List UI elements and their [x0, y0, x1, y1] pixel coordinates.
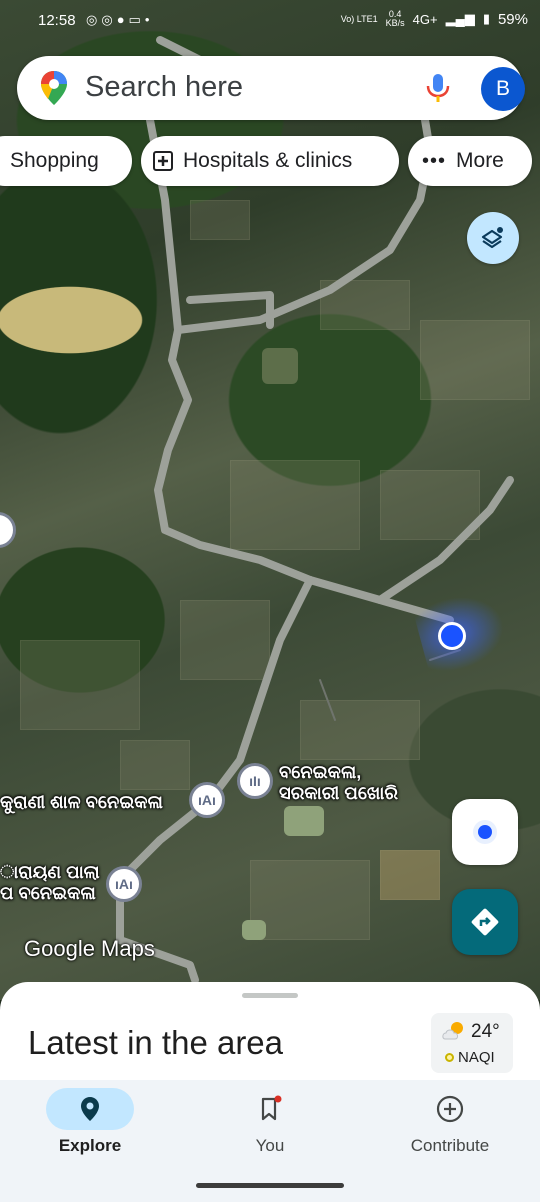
- place-label[interactable]: ବନେଇକଳା, ସରକାରୀ ପଖୋରି: [279, 762, 398, 804]
- nav-you[interactable]: You: [180, 1080, 360, 1170]
- status-time: 12:58: [38, 12, 76, 29]
- chip-label: Hospitals & clinics: [183, 149, 353, 172]
- chip-hospitals[interactable]: Hospitals & clinics: [141, 136, 399, 186]
- add-circle-icon: [436, 1095, 464, 1123]
- status-right: Vo) LTE1 0.4 KB/s 4G+ ▂▄▆ ▮ 59%: [341, 10, 528, 28]
- place-label[interactable]: ାରାୟଣ ପାଲା ପ ବନେଇକଳା: [0, 862, 100, 904]
- whatsapp-icon: ◎: [86, 12, 102, 27]
- place-label-line: ାରାୟଣ ପାଲା: [0, 862, 100, 882]
- current-location-dot: [438, 622, 466, 650]
- place-pin[interactable]: ıAı: [189, 782, 225, 818]
- weather-temp: 24°: [471, 1021, 500, 1042]
- directions-icon: [471, 908, 499, 936]
- temple-icon: ıAı: [115, 876, 133, 892]
- network-speed-unit: KB/s: [385, 18, 405, 28]
- battery-icon: ▮: [482, 11, 490, 26]
- layers-icon: [481, 227, 503, 249]
- search-placeholder[interactable]: Search here: [85, 71, 243, 104]
- more-dots-icon: •••: [422, 149, 447, 172]
- nav-contribute[interactable]: Contribute: [360, 1080, 540, 1170]
- place-label-line: କୁରାଣୀ ଶାଳ ବନେଇକଳା: [0, 792, 163, 812]
- nav-you-pill: [226, 1088, 314, 1130]
- pond-icon: ıIı: [249, 773, 261, 789]
- aqi-label: NAQI: [458, 1049, 495, 1066]
- nav-label: Contribute: [410, 1136, 490, 1155]
- chip-shopping[interactable]: Shopping: [0, 136, 132, 186]
- explore-pin-icon: [81, 1097, 99, 1121]
- bookmark-icon: [261, 1095, 282, 1121]
- my-location-button[interactable]: [452, 799, 518, 865]
- network-type: 4G+: [412, 11, 438, 27]
- directions-button[interactable]: [452, 889, 518, 955]
- nav-explore-pill: [46, 1088, 134, 1130]
- google-maps-pin-icon: [41, 71, 67, 105]
- weather-card[interactable]: 24° NAQI: [431, 1013, 513, 1073]
- my-location-icon: [473, 820, 497, 844]
- air-quality: NAQI: [445, 1049, 495, 1066]
- notification-icons: ◎◎●▭•: [86, 12, 153, 28]
- search-bar[interactable]: Search here B: [17, 56, 525, 120]
- aqi-dot-icon: [445, 1053, 454, 1062]
- nav-label: You: [255, 1136, 285, 1155]
- place-label-line: ପ ବନେଇକଳା: [0, 883, 96, 903]
- place-pin[interactable]: ıIı: [237, 763, 273, 799]
- place-label-line: ସରକାରୀ ପଖୋରି: [279, 783, 399, 803]
- nav-contribute-pill: [406, 1088, 494, 1130]
- partly-cloudy-icon: [442, 1022, 463, 1040]
- account-avatar[interactable]: B: [481, 67, 525, 111]
- nav-explore[interactable]: Explore: [0, 1080, 180, 1170]
- dot-icon: •: [144, 12, 154, 27]
- place-label[interactable]: କୁରାଣୀ ଶାଳ ବନେଇକଳା: [0, 792, 163, 813]
- hospital-icon: [153, 151, 173, 171]
- microphone-icon[interactable]: [421, 72, 455, 104]
- whatsapp-icon: ◎: [101, 12, 117, 27]
- google-maps-watermark: Google Maps: [24, 936, 155, 961]
- sheet-drag-handle[interactable]: [242, 993, 298, 998]
- temple-icon: ıAı: [198, 792, 216, 808]
- place-pin[interactable]: ıAı: [106, 866, 142, 902]
- vivo-icon: ▭: [128, 12, 145, 27]
- nav-label: Explore: [58, 1136, 122, 1155]
- place-label-line: ବନେଇକଳା,: [279, 762, 362, 782]
- gesture-bar[interactable]: [196, 1183, 344, 1188]
- volte-indicator: Vo) LTE1: [340, 13, 378, 24]
- layers-button[interactable]: [467, 212, 519, 264]
- chip-label: Shopping: [10, 149, 99, 172]
- status-bar: 12:58 ◎◎●▭• Vo) LTE1 0.4 KB/s 4G+ ▂▄▆ ▮ …: [0, 0, 540, 44]
- network-speed: 0.4 KB/s: [386, 10, 405, 28]
- battery-percent: 59%: [497, 10, 528, 28]
- bottom-navigation: Explore You Contribute: [0, 1080, 540, 1170]
- chip-more[interactable]: ••• More: [408, 136, 532, 186]
- signal-icon: ▂▄▆: [445, 11, 475, 26]
- chat-icon: ●: [116, 12, 129, 27]
- sheet-title: Latest in the area: [28, 1024, 284, 1061]
- chip-label: More: [456, 149, 504, 172]
